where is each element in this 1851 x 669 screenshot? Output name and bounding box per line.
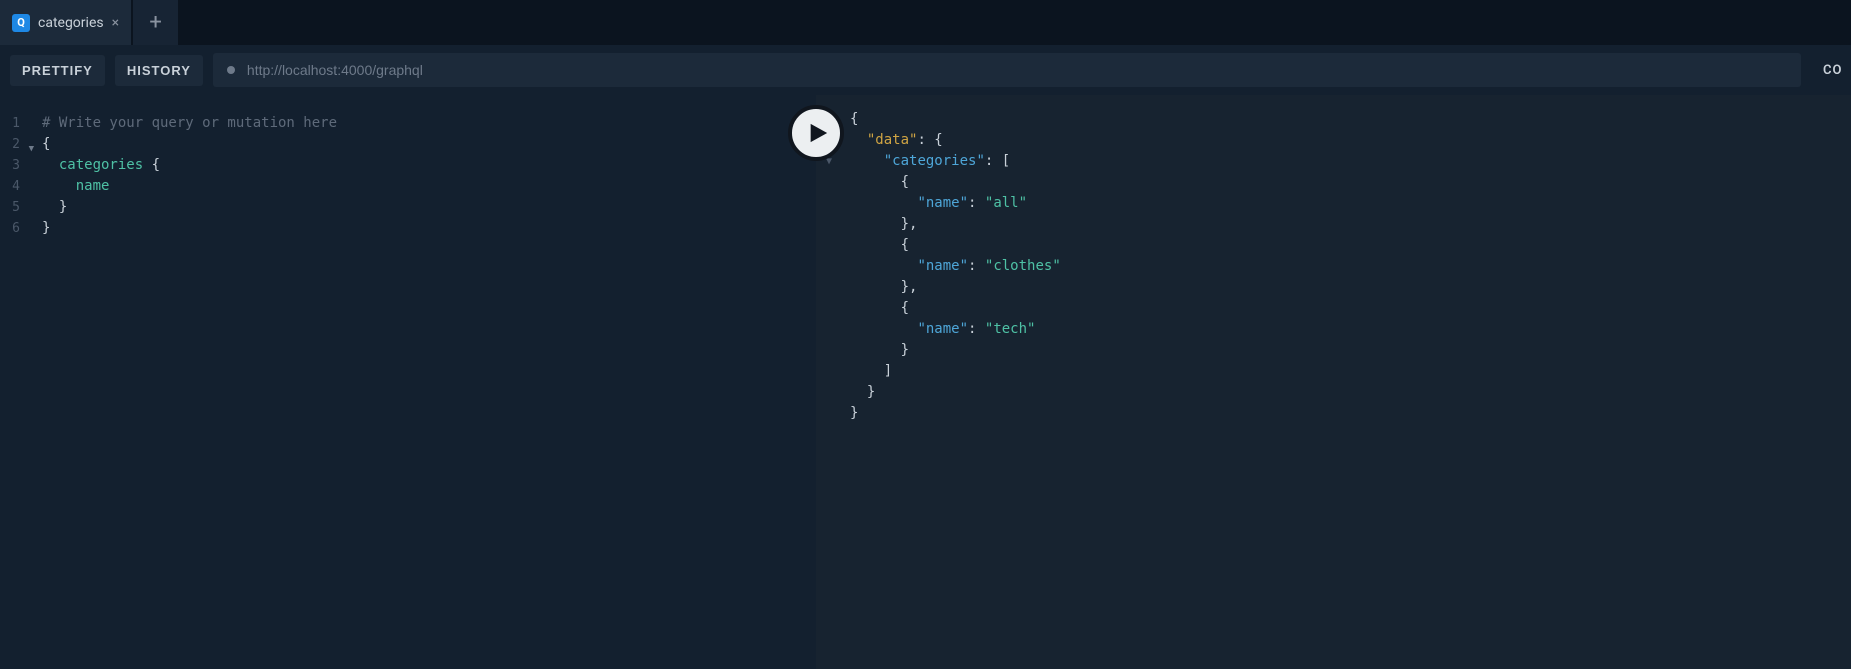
query-comment: # Write your query or mutation here [42,115,337,131]
connection-dot-icon [227,66,235,74]
copy-curl-button[interactable]: COP [1811,63,1841,78]
query-sub-field: name [76,178,110,194]
toolbar: PRETTIFY HISTORY COP [0,45,1851,95]
tab-title: categories [38,15,104,31]
execute-button[interactable] [788,105,844,161]
response-code: { "data": { "categories": [ { "name": "a… [836,95,1075,669]
new-tab-button[interactable]: + [133,0,178,45]
line-gutter: 12▼3456 [0,95,28,669]
history-button[interactable]: HISTORY [115,55,203,86]
query-code[interactable]: # Write your query or mutation here { ca… [28,95,351,669]
prettify-button[interactable]: PRETTIFY [10,55,105,86]
fold-gutter: ▼▼▼ [816,95,836,669]
editor-panes: 12▼3456 # Write your query or mutation h… [0,95,1851,669]
response-viewer[interactable]: ▼▼▼ { "data": { "categories": [ { "name"… [816,95,1851,669]
play-icon [807,122,829,144]
tab-bar: Q categories × + [0,0,1851,45]
query-editor[interactable]: 12▼3456 # Write your query or mutation h… [0,95,816,669]
tab-categories[interactable]: Q categories × [0,0,133,45]
endpoint-input[interactable] [247,62,1787,78]
query-root-field: categories [59,157,143,173]
query-badge: Q [12,14,30,32]
endpoint-field[interactable] [213,53,1801,87]
close-icon[interactable]: × [112,15,119,31]
